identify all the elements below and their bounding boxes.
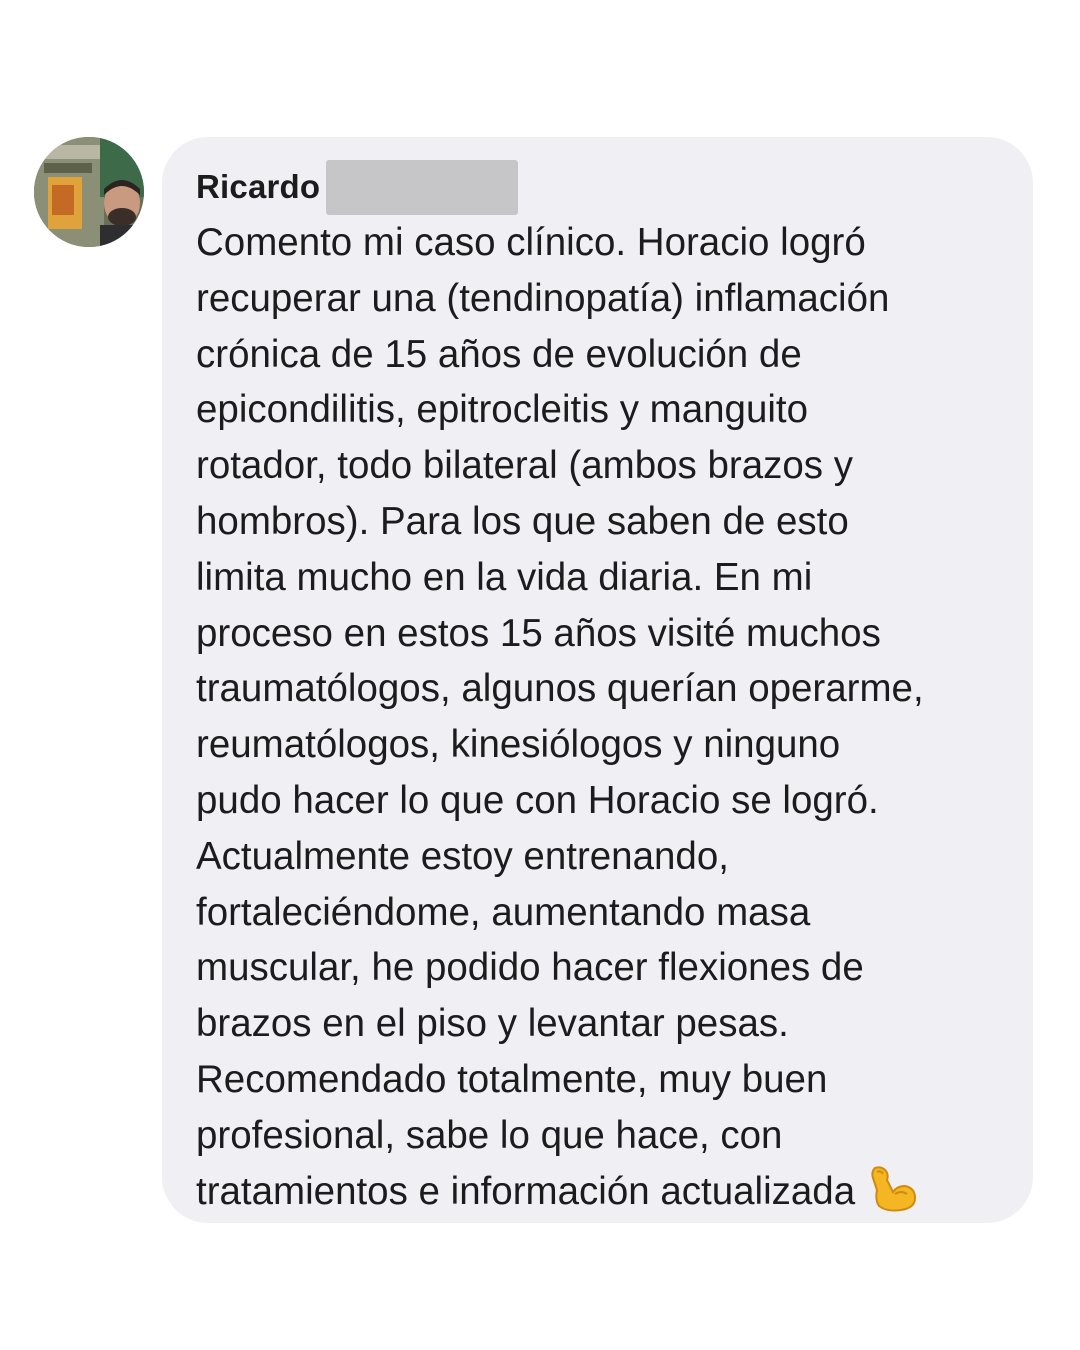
author-name[interactable]: Ricardo [196,168,320,206]
comment-line: brazos en el piso y levantar pesas. [196,1002,789,1046]
comment-line: Actualmente estoy entrenando, [196,834,729,878]
comment-line: crónica de 15 años de evolución de [196,332,802,376]
avatar[interactable] [34,137,144,247]
comment-line: proceso en estos 15 años visité muchos [196,611,881,655]
comment-line: muscular, he podido hacer flexiones de [196,946,864,990]
comment-line: traumatólogos, algunos querían operarme, [196,667,924,711]
comment-line: Recomendado totalmente, muy buen [196,1057,828,1101]
comment-line: limita mucho en la vida diaria. En mi [196,555,813,599]
comment-line-last: tratamientos e información actualizada [196,1164,1013,1228]
redacted-surname [326,159,519,215]
comment-header: Ricardo [196,159,1013,215]
comment-line: recuperar una (tendinopatía) inflamación [196,276,890,320]
comment-text: Comento mi caso clínico. Horacio logró re… [196,215,1013,1227]
comment-line: reumatólogos, kinesiólogos y ninguno [196,723,841,767]
comment-line: rotador, todo bilateral (ambos brazos y [196,444,853,488]
avatar-photo [34,137,144,247]
comment-bubble: Ricardo Comento mi caso clínico. Horacio… [162,137,1033,1223]
comment-line: hombros). Para los que saben de esto [196,499,849,543]
comment-line: pudo hacer lo que con Horacio se logró. [196,778,879,822]
comment-line: Comento mi caso clínico. Horacio logró [196,221,866,264]
comment-line: tratamientos e información actualizada [196,1169,856,1213]
comment-line: epicondilitis, epitrocleitis y manguito [196,388,809,432]
flexed-biceps-icon [865,1164,917,1228]
comment-line: fortaleciéndome, aumentando masa [196,890,811,934]
comment-line: profesional, sabe lo que hace, con [196,1113,783,1157]
